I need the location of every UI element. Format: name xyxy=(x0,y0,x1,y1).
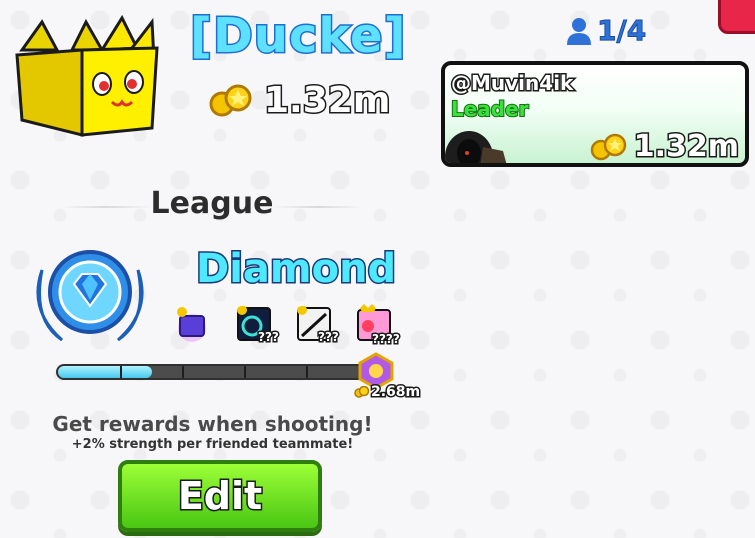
clan-avatar-cat-icon xyxy=(15,14,159,137)
reward-label: ??? xyxy=(317,329,341,346)
member-card[interactable]: @Muvin4ik Leader 1.32m xyxy=(441,61,749,167)
league-heading: League xyxy=(150,186,274,221)
progress-tick xyxy=(244,366,246,378)
goal-reward-icon xyxy=(358,352,394,388)
reward-item[interactable]: ??? xyxy=(236,305,280,346)
goal-value: 2.68m xyxy=(354,383,422,402)
person-icon xyxy=(567,17,591,45)
reward-label: ???? xyxy=(371,331,402,348)
divider-left xyxy=(60,206,152,208)
edit-button-label: Edit xyxy=(176,473,263,520)
goal-value-text: 2.68m xyxy=(369,383,421,402)
league-progress-fill xyxy=(58,366,152,378)
league-info-text: Get rewards when shooting! xyxy=(52,412,373,436)
close-button[interactable] xyxy=(718,0,755,34)
gift-box-icon xyxy=(177,307,206,342)
league-info-subtext: +2% strength per friended teammate! xyxy=(71,437,354,452)
reward-item[interactable]: ??? xyxy=(296,305,340,346)
member-count: 1/4 xyxy=(565,14,647,48)
coins-icon xyxy=(209,84,252,117)
coins-icon xyxy=(354,386,370,398)
reward-label: ??? xyxy=(257,329,281,346)
edit-button[interactable]: Edit xyxy=(118,460,322,532)
member-coins-value: 1.32m xyxy=(632,128,740,164)
progress-tick xyxy=(120,366,122,378)
progress-tick xyxy=(306,366,308,378)
progress-tick xyxy=(182,366,184,378)
member-avatar-icon xyxy=(445,131,507,163)
league-progress-bar xyxy=(56,364,372,380)
member-username: @Muvin4ik xyxy=(449,70,574,97)
member-coins: 1.32m xyxy=(590,128,741,164)
clan-name: [Ducke] xyxy=(189,7,408,66)
clan-coins-value: 1.32m xyxy=(262,78,391,122)
member-count-value: 1/4 xyxy=(596,14,647,48)
divider-right xyxy=(272,206,364,208)
reward-item[interactable]: ???? xyxy=(356,302,401,348)
coins-icon xyxy=(590,133,626,160)
clan-coins: 1.32m xyxy=(208,78,392,122)
league-rank: Diamond xyxy=(194,245,397,294)
reward-item[interactable] xyxy=(174,306,210,346)
diamond-league-badge-icon xyxy=(36,250,144,342)
